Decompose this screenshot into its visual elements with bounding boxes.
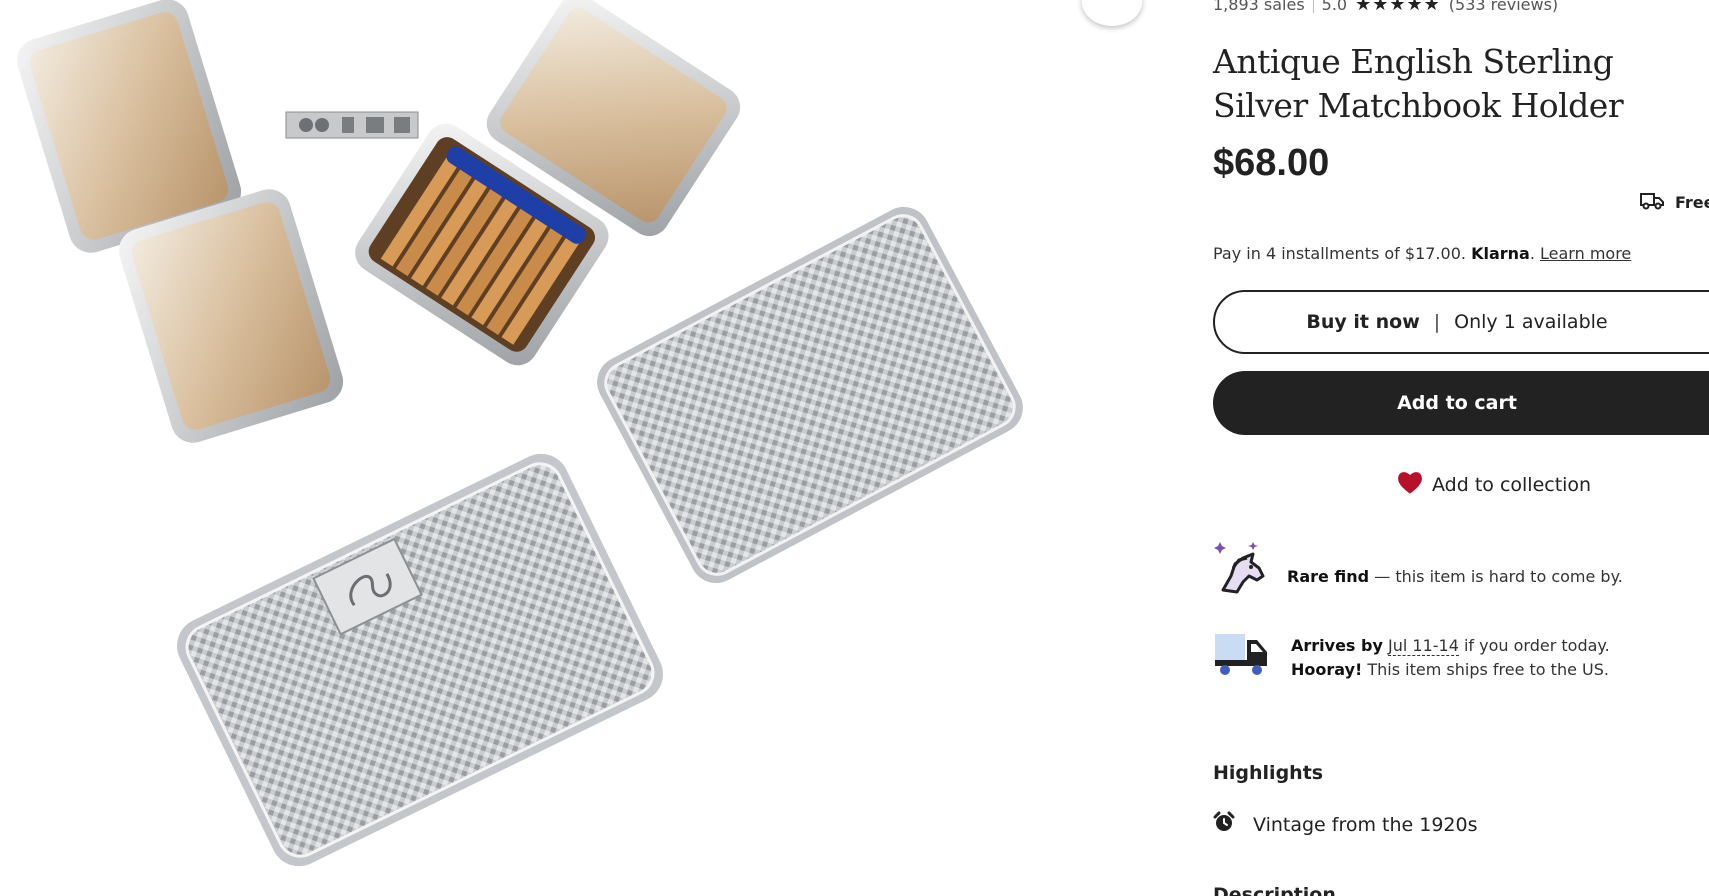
installments-text: Pay in 4 installments of $17.00.	[1213, 244, 1466, 263]
rare-find-description: — this item is hard to come by.	[1369, 567, 1623, 586]
installments-line: Pay in 4 installments of $17.00. Klarna.…	[1213, 244, 1632, 263]
hooray-label: Hooray!	[1291, 660, 1363, 679]
buy-it-now-button[interactable]: Buy it now | Only 1 available	[1213, 290, 1709, 354]
unicorn-icon	[1213, 540, 1265, 602]
description-heading[interactable]: Description	[1213, 884, 1336, 896]
arrives-suffix: if you order today.	[1458, 636, 1610, 655]
closed-case-monogram	[177, 453, 663, 867]
rare-find-title: Rare find	[1287, 567, 1370, 586]
rare-find-feature: Rare find — this item is hard to come by…	[1213, 540, 1623, 602]
heart-filled-icon	[1396, 469, 1424, 500]
learn-more-link[interactable]: Learn more	[1540, 244, 1631, 263]
highlight-text: Vintage from the 1920s	[1253, 813, 1478, 836]
arrival-date[interactable]: Jul 11-14	[1388, 636, 1459, 656]
delivery-truck-icon	[1213, 630, 1269, 682]
add-to-cart-label: Add to cart	[1397, 392, 1517, 414]
alarm-clock-icon	[1213, 811, 1235, 838]
listing-page: 1,893 sales 5.0 ★★★★★ (533 reviews) Anti…	[0, 0, 1709, 896]
klarna-label: Klarna	[1471, 244, 1530, 263]
add-to-collection-button[interactable]: Add to collection	[1396, 469, 1591, 500]
rare-find-text: Rare find — this item is hard to come by…	[1287, 540, 1623, 589]
closed-case-right	[597, 206, 1023, 584]
product-image	[16, 0, 1023, 867]
delivery-feature: Arrives by Jul 11-14 if you order today.…	[1213, 630, 1610, 682]
price: $68.00	[1213, 142, 1330, 184]
sales-count: 1,893 sales	[1213, 0, 1305, 14]
free-shipping-badge: Free	[1639, 190, 1709, 214]
highlights-heading: Highlights	[1213, 762, 1324, 784]
rating-value: 5.0	[1321, 0, 1348, 14]
free-shipping-label: Free	[1675, 192, 1709, 212]
hallmark-strip	[285, 111, 419, 139]
listing-title: Antique English Sterling Silver Matchboo…	[1213, 42, 1624, 125]
meta-divider	[1312, 0, 1314, 13]
add-to-collection-label: Add to collection	[1432, 473, 1592, 496]
star-rating: ★★★★★	[1355, 0, 1441, 15]
free-shipping-note: This item ships free to the US.	[1362, 660, 1609, 679]
arrives-label: Arrives by	[1291, 636, 1383, 655]
highlight-vintage: Vintage from the 1920s	[1213, 811, 1478, 838]
buy-divider: |	[1433, 311, 1441, 333]
availability-label: Only 1 available	[1454, 311, 1608, 333]
open-case-empty	[16, 0, 344, 443]
listing-details: 1,893 sales 5.0 ★★★★★ (533 reviews) Anti…	[1213, 0, 1709, 896]
reviews-link[interactable]: (533 reviews)	[1449, 0, 1558, 14]
buy-it-now-label: Buy it now	[1306, 311, 1420, 333]
truck-icon	[1639, 190, 1665, 214]
add-to-cart-button[interactable]: Add to cart	[1213, 371, 1709, 435]
sales-rating-line: 1,893 sales 5.0 ★★★★★ (533 reviews)	[1213, 0, 1558, 15]
product-image-panel[interactable]	[0, 0, 1150, 896]
delivery-text: Arrives by Jul 11-14 if you order today.…	[1291, 630, 1610, 682]
